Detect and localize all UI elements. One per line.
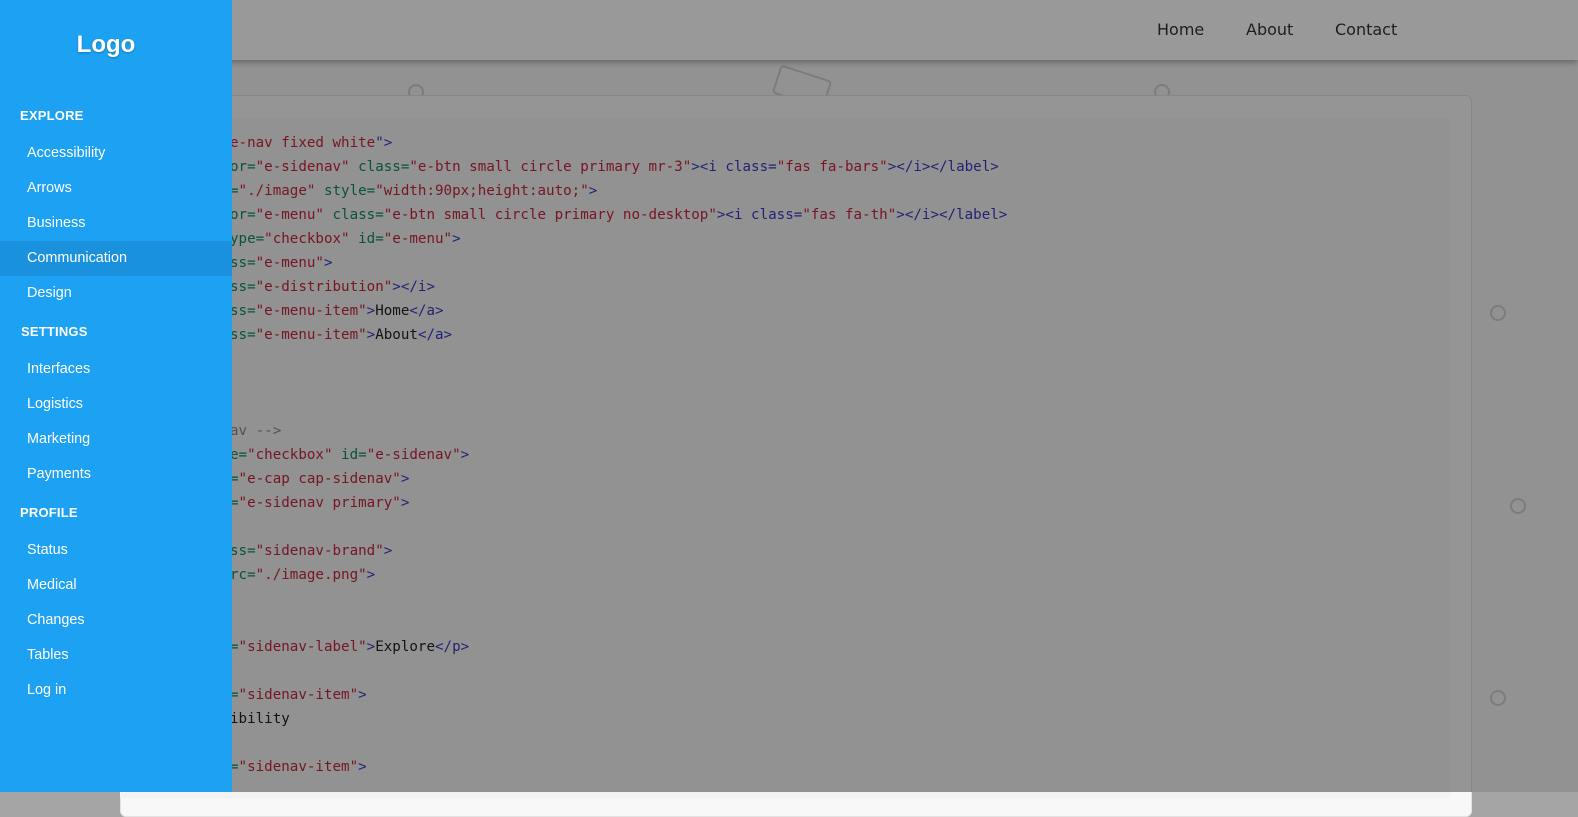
sidenav-backdrop[interactable] (0, 0, 1578, 792)
sidebar-item-medical[interactable]: Medical (0, 568, 232, 603)
sidebar-item-label: Business (27, 215, 86, 231)
sidebar-item-changes[interactable]: Changes (0, 603, 232, 638)
sidebar-item-payments[interactable]: Payments (0, 457, 232, 492)
sidebar-item-accessibility[interactable]: Accessibility (0, 136, 232, 171)
brand-logo[interactable]: Logo (0, 31, 212, 59)
sidebar-item-label: Interfaces (27, 361, 91, 377)
sidebar-item-communication[interactable]: Communication (0, 241, 232, 276)
sidebar-item-logistics[interactable]: Logistics (0, 387, 232, 422)
sidebar-item-label: Design (27, 285, 72, 301)
sidebar-item-design[interactable]: Design (0, 276, 232, 311)
section-label-explore: EXPLORE (20, 108, 84, 123)
sidebar-item-label: Arrows (27, 180, 72, 196)
sidebar: Logo EXPLORE Accessibility Arrows Busine… (0, 0, 232, 792)
sidebar-item-business[interactable]: Business (0, 206, 232, 241)
sidebar-item-label: Payments (27, 466, 91, 482)
sidebar-item-label: Status (27, 542, 68, 558)
sidebar-item-label: Log in (27, 682, 67, 698)
sidebar-item-label: Communication (27, 250, 127, 266)
sidebar-item-label: Medical (27, 577, 77, 593)
sidebar-item-marketing[interactable]: Marketing (0, 422, 232, 457)
sidebar-item-interfaces[interactable]: Interfaces (0, 352, 232, 387)
section-label-profile: PROFILE (20, 505, 78, 520)
sidebar-item-label: Accessibility (27, 145, 106, 161)
sidebar-item-label: Logistics (27, 396, 83, 412)
sidebar-item-tables[interactable]: Tables (0, 638, 232, 673)
sidebar-item-label: Tables (27, 647, 69, 663)
sidebar-item-log-in[interactable]: Log in (0, 673, 232, 708)
sidebar-item-label: Changes (27, 612, 85, 628)
sidebar-item-status[interactable]: Status (0, 533, 232, 568)
sidebar-item-arrows[interactable]: Arrows (0, 171, 232, 206)
sidebar-item-label: Marketing (27, 431, 91, 447)
section-label-settings: SETTINGS (21, 324, 88, 339)
